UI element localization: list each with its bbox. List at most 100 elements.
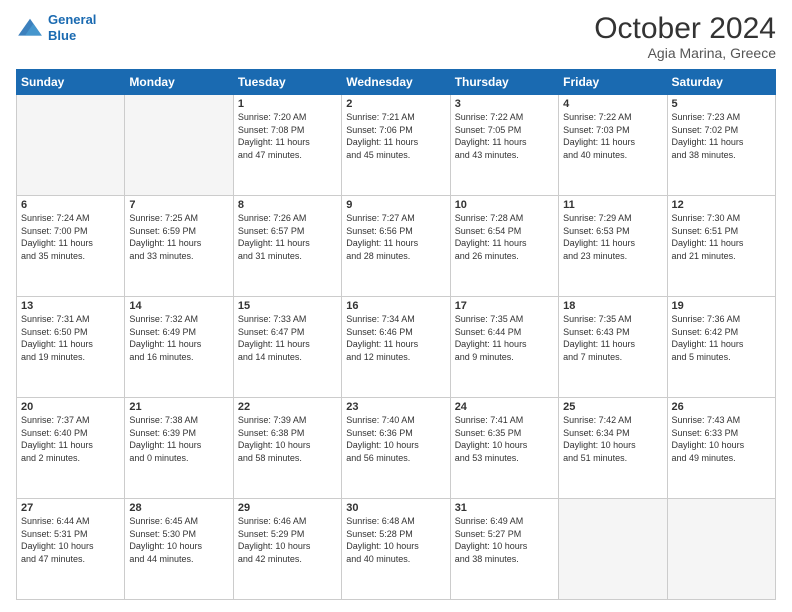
day-number: 26 bbox=[672, 401, 771, 413]
calendar-day-cell: 26Sunrise: 7:43 AM Sunset: 6:33 PM Dayli… bbox=[667, 398, 775, 499]
calendar-day-cell: 19Sunrise: 7:36 AM Sunset: 6:42 PM Dayli… bbox=[667, 297, 775, 398]
day-number: 30 bbox=[346, 502, 445, 514]
calendar-day-cell: 28Sunrise: 6:45 AM Sunset: 5:30 PM Dayli… bbox=[125, 499, 233, 600]
calendar-day-cell: 11Sunrise: 7:29 AM Sunset: 6:53 PM Dayli… bbox=[559, 196, 667, 297]
day-info: Sunrise: 7:27 AM Sunset: 6:56 PM Dayligh… bbox=[346, 212, 445, 262]
calendar-day-cell bbox=[559, 499, 667, 600]
day-number: 17 bbox=[455, 300, 554, 312]
day-number: 5 bbox=[672, 98, 771, 110]
calendar-day-cell: 16Sunrise: 7:34 AM Sunset: 6:46 PM Dayli… bbox=[342, 297, 450, 398]
day-info: Sunrise: 7:42 AM Sunset: 6:34 PM Dayligh… bbox=[563, 414, 662, 464]
day-number: 4 bbox=[563, 98, 662, 110]
day-number: 24 bbox=[455, 401, 554, 413]
day-info: Sunrise: 7:35 AM Sunset: 6:43 PM Dayligh… bbox=[563, 313, 662, 363]
calendar-header-row: SundayMondayTuesdayWednesdayThursdayFrid… bbox=[17, 70, 776, 95]
day-info: Sunrise: 7:26 AM Sunset: 6:57 PM Dayligh… bbox=[238, 212, 337, 262]
day-number: 21 bbox=[129, 401, 228, 413]
day-of-week-header: Wednesday bbox=[342, 70, 450, 95]
day-info: Sunrise: 7:21 AM Sunset: 7:06 PM Dayligh… bbox=[346, 111, 445, 161]
calendar-day-cell: 21Sunrise: 7:38 AM Sunset: 6:39 PM Dayli… bbox=[125, 398, 233, 499]
day-info: Sunrise: 7:25 AM Sunset: 6:59 PM Dayligh… bbox=[129, 212, 228, 262]
day-number: 13 bbox=[21, 300, 120, 312]
day-info: Sunrise: 6:44 AM Sunset: 5:31 PM Dayligh… bbox=[21, 515, 120, 565]
calendar-day-cell: 12Sunrise: 7:30 AM Sunset: 6:51 PM Dayli… bbox=[667, 196, 775, 297]
day-number: 22 bbox=[238, 401, 337, 413]
day-info: Sunrise: 6:45 AM Sunset: 5:30 PM Dayligh… bbox=[129, 515, 228, 565]
day-number: 15 bbox=[238, 300, 337, 312]
day-number: 27 bbox=[21, 502, 120, 514]
day-info: Sunrise: 7:43 AM Sunset: 6:33 PM Dayligh… bbox=[672, 414, 771, 464]
day-info: Sunrise: 6:46 AM Sunset: 5:29 PM Dayligh… bbox=[238, 515, 337, 565]
day-number: 1 bbox=[238, 98, 337, 110]
calendar-day-cell: 17Sunrise: 7:35 AM Sunset: 6:44 PM Dayli… bbox=[450, 297, 558, 398]
page: General Blue October 2024 Agia Marina, G… bbox=[0, 0, 792, 612]
day-info: Sunrise: 7:38 AM Sunset: 6:39 PM Dayligh… bbox=[129, 414, 228, 464]
calendar-day-cell: 9Sunrise: 7:27 AM Sunset: 6:56 PM Daylig… bbox=[342, 196, 450, 297]
day-number: 10 bbox=[455, 199, 554, 211]
day-info: Sunrise: 7:41 AM Sunset: 6:35 PM Dayligh… bbox=[455, 414, 554, 464]
calendar-week-row: 27Sunrise: 6:44 AM Sunset: 5:31 PM Dayli… bbox=[17, 499, 776, 600]
day-number: 7 bbox=[129, 199, 228, 211]
day-info: Sunrise: 7:22 AM Sunset: 7:03 PM Dayligh… bbox=[563, 111, 662, 161]
day-info: Sunrise: 7:23 AM Sunset: 7:02 PM Dayligh… bbox=[672, 111, 771, 161]
calendar-day-cell: 10Sunrise: 7:28 AM Sunset: 6:54 PM Dayli… bbox=[450, 196, 558, 297]
day-number: 31 bbox=[455, 502, 554, 514]
calendar-day-cell: 30Sunrise: 6:48 AM Sunset: 5:28 PM Dayli… bbox=[342, 499, 450, 600]
calendar-day-cell: 15Sunrise: 7:33 AM Sunset: 6:47 PM Dayli… bbox=[233, 297, 341, 398]
day-number: 8 bbox=[238, 199, 337, 211]
day-info: Sunrise: 7:37 AM Sunset: 6:40 PM Dayligh… bbox=[21, 414, 120, 464]
day-info: Sunrise: 7:33 AM Sunset: 6:47 PM Dayligh… bbox=[238, 313, 337, 363]
day-info: Sunrise: 6:49 AM Sunset: 5:27 PM Dayligh… bbox=[455, 515, 554, 565]
calendar-day-cell: 13Sunrise: 7:31 AM Sunset: 6:50 PM Dayli… bbox=[17, 297, 125, 398]
calendar-table: SundayMondayTuesdayWednesdayThursdayFrid… bbox=[16, 69, 776, 600]
calendar-day-cell: 25Sunrise: 7:42 AM Sunset: 6:34 PM Dayli… bbox=[559, 398, 667, 499]
day-of-week-header: Tuesday bbox=[233, 70, 341, 95]
calendar-week-row: 6Sunrise: 7:24 AM Sunset: 7:00 PM Daylig… bbox=[17, 196, 776, 297]
logo-text: General Blue bbox=[48, 12, 96, 43]
month-title: October 2024 bbox=[594, 12, 776, 45]
day-info: Sunrise: 7:24 AM Sunset: 7:00 PM Dayligh… bbox=[21, 212, 120, 262]
day-info: Sunrise: 6:48 AM Sunset: 5:28 PM Dayligh… bbox=[346, 515, 445, 565]
day-number: 12 bbox=[672, 199, 771, 211]
day-info: Sunrise: 7:39 AM Sunset: 6:38 PM Dayligh… bbox=[238, 414, 337, 464]
calendar-day-cell: 24Sunrise: 7:41 AM Sunset: 6:35 PM Dayli… bbox=[450, 398, 558, 499]
day-info: Sunrise: 7:29 AM Sunset: 6:53 PM Dayligh… bbox=[563, 212, 662, 262]
day-number: 6 bbox=[21, 199, 120, 211]
day-info: Sunrise: 7:35 AM Sunset: 6:44 PM Dayligh… bbox=[455, 313, 554, 363]
day-info: Sunrise: 7:30 AM Sunset: 6:51 PM Dayligh… bbox=[672, 212, 771, 262]
day-number: 25 bbox=[563, 401, 662, 413]
day-number: 14 bbox=[129, 300, 228, 312]
day-number: 2 bbox=[346, 98, 445, 110]
day-number: 20 bbox=[21, 401, 120, 413]
calendar-day-cell: 7Sunrise: 7:25 AM Sunset: 6:59 PM Daylig… bbox=[125, 196, 233, 297]
day-info: Sunrise: 7:32 AM Sunset: 6:49 PM Dayligh… bbox=[129, 313, 228, 363]
day-info: Sunrise: 7:22 AM Sunset: 7:05 PM Dayligh… bbox=[455, 111, 554, 161]
day-info: Sunrise: 7:31 AM Sunset: 6:50 PM Dayligh… bbox=[21, 313, 120, 363]
day-of-week-header: Monday bbox=[125, 70, 233, 95]
day-of-week-header: Thursday bbox=[450, 70, 558, 95]
calendar-day-cell: 6Sunrise: 7:24 AM Sunset: 7:00 PM Daylig… bbox=[17, 196, 125, 297]
calendar-day-cell: 8Sunrise: 7:26 AM Sunset: 6:57 PM Daylig… bbox=[233, 196, 341, 297]
day-of-week-header: Sunday bbox=[17, 70, 125, 95]
calendar-day-cell: 29Sunrise: 6:46 AM Sunset: 5:29 PM Dayli… bbox=[233, 499, 341, 600]
title-block: October 2024 Agia Marina, Greece bbox=[594, 12, 776, 61]
calendar-day-cell: 23Sunrise: 7:40 AM Sunset: 6:36 PM Dayli… bbox=[342, 398, 450, 499]
day-info: Sunrise: 7:36 AM Sunset: 6:42 PM Dayligh… bbox=[672, 313, 771, 363]
day-of-week-header: Saturday bbox=[667, 70, 775, 95]
logo-icon bbox=[16, 17, 44, 39]
calendar-day-cell: 27Sunrise: 6:44 AM Sunset: 5:31 PM Dayli… bbox=[17, 499, 125, 600]
calendar-day-cell: 4Sunrise: 7:22 AM Sunset: 7:03 PM Daylig… bbox=[559, 95, 667, 196]
calendar-week-row: 20Sunrise: 7:37 AM Sunset: 6:40 PM Dayli… bbox=[17, 398, 776, 499]
calendar-day-cell: 5Sunrise: 7:23 AM Sunset: 7:02 PM Daylig… bbox=[667, 95, 775, 196]
day-number: 28 bbox=[129, 502, 228, 514]
day-info: Sunrise: 7:28 AM Sunset: 6:54 PM Dayligh… bbox=[455, 212, 554, 262]
calendar-day-cell: 18Sunrise: 7:35 AM Sunset: 6:43 PM Dayli… bbox=[559, 297, 667, 398]
calendar-day-cell: 22Sunrise: 7:39 AM Sunset: 6:38 PM Dayli… bbox=[233, 398, 341, 499]
day-number: 18 bbox=[563, 300, 662, 312]
calendar-week-row: 13Sunrise: 7:31 AM Sunset: 6:50 PM Dayli… bbox=[17, 297, 776, 398]
day-of-week-header: Friday bbox=[559, 70, 667, 95]
day-number: 23 bbox=[346, 401, 445, 413]
day-number: 16 bbox=[346, 300, 445, 312]
calendar-day-cell bbox=[17, 95, 125, 196]
day-info: Sunrise: 7:20 AM Sunset: 7:08 PM Dayligh… bbox=[238, 111, 337, 161]
